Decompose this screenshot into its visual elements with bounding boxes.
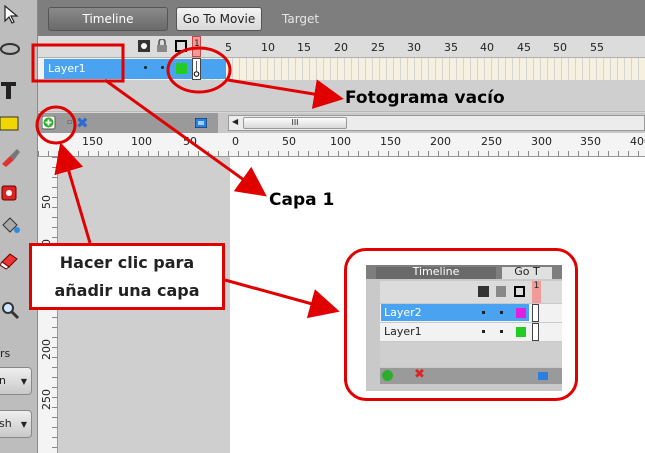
add-layer-instruction-line1: Hacer clic para [59, 253, 195, 272]
add-layer-instruction-line2: añadir una capa [54, 281, 200, 300]
add-layer-highlight [35, 105, 77, 145]
empty-frame-annotation: Fotograma vacío [345, 88, 505, 108]
layer1-annotation: Capa 1 [269, 190, 335, 210]
add-layer-instruction-box: Hacer clic para añadir una capa [29, 243, 225, 310]
empty-frame-highlight [166, 46, 232, 94]
add-layer-arrow [54, 142, 92, 244]
empty-frame-arrow [227, 78, 344, 109]
layer1-highlight [31, 43, 125, 83]
inset-arrow [224, 278, 340, 319]
annotation-overlay [31, 43, 344, 319]
layer1-arrow [104, 78, 267, 197]
